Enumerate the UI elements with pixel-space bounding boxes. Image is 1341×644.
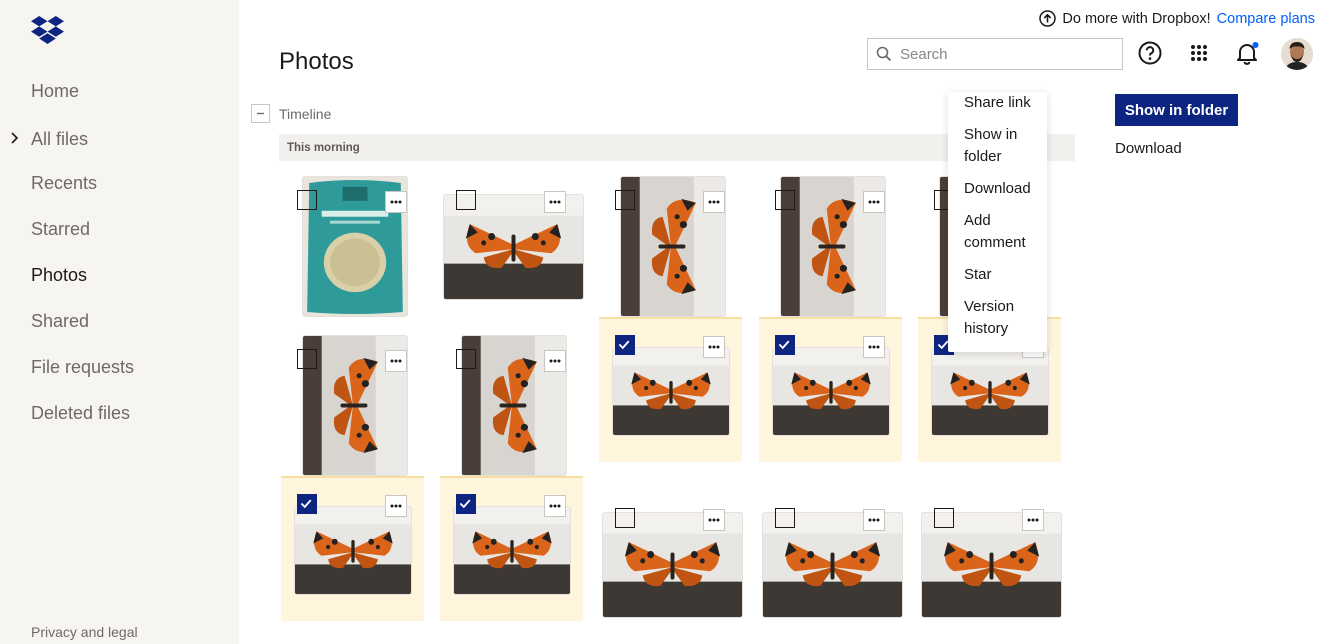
photo-tile[interactable] (281, 174, 424, 319)
ellipsis-icon (390, 504, 402, 508)
dropbox-app: Home All files Recents Starred Photos Sh… (0, 0, 1341, 644)
upgrade-promo: Do more with Dropbox! Compare plans (1039, 10, 1315, 27)
sidebar-item-home[interactable]: Home (31, 81, 79, 102)
ellipsis-icon (868, 345, 880, 349)
checkbox[interactable] (775, 508, 795, 528)
checkbox[interactable] (934, 508, 954, 528)
more-options-button[interactable] (863, 336, 885, 358)
photo-tile[interactable] (918, 492, 1062, 637)
butterfly-photo-thumbnail[interactable] (453, 506, 571, 595)
photo-tile[interactable] (440, 174, 584, 319)
checkmark-icon (778, 340, 790, 350)
menu-item-download[interactable]: Download (964, 178, 1044, 200)
photo-tile[interactable] (599, 317, 742, 462)
promo-text: Do more with Dropbox! (1062, 10, 1211, 27)
butterfly-photo-thumbnail[interactable] (294, 506, 412, 595)
more-options-button[interactable] (703, 336, 725, 358)
upload-circle-icon (1039, 10, 1057, 27)
butterfly-photo-thumbnail[interactable] (772, 347, 890, 436)
help-icon[interactable] (1137, 40, 1163, 66)
menu-item-share-link[interactable]: Share link (964, 92, 1044, 114)
search-input[interactable] (900, 45, 1110, 63)
more-options-button[interactable] (863, 509, 885, 531)
ellipsis-icon (549, 504, 561, 508)
more-options-button[interactable] (703, 509, 725, 531)
checkbox-checked[interactable] (615, 335, 635, 355)
checkbox-checked[interactable] (297, 494, 317, 514)
more-options-button[interactable] (863, 191, 885, 213)
context-menu: Share link Show in folder Download Add c… (948, 92, 1047, 352)
apps-grid-icon[interactable] (1186, 40, 1212, 66)
checkbox[interactable] (615, 508, 635, 528)
checkbox[interactable] (775, 190, 795, 210)
checkbox-checked[interactable] (456, 494, 476, 514)
photo-tile[interactable] (599, 174, 742, 319)
ellipsis-icon (390, 200, 402, 204)
checkmark-icon (300, 499, 312, 509)
photo-tile[interactable] (281, 476, 424, 621)
more-options-button[interactable] (544, 191, 566, 213)
sidebar-item-recents[interactable]: Recents (31, 173, 97, 194)
download-button[interactable]: Download (1115, 140, 1182, 157)
ellipsis-icon (708, 345, 720, 349)
compare-plans-link[interactable]: Compare plans (1217, 11, 1315, 27)
checkbox[interactable] (456, 349, 476, 369)
notification-bell-icon[interactable] (1234, 40, 1260, 66)
sidebar-item-deleted-files[interactable]: Deleted files (31, 403, 130, 424)
photo-tile[interactable] (281, 333, 424, 478)
show-in-folder-button[interactable]: Show in folder (1115, 94, 1238, 126)
butterfly-photo-thumbnail[interactable] (931, 347, 1049, 436)
more-options-button[interactable] (703, 191, 725, 213)
checkbox-checked[interactable] (775, 335, 795, 355)
ellipsis-icon (708, 518, 720, 522)
timeline-collapse-toggle[interactable] (251, 104, 270, 123)
checkmark-icon (459, 499, 471, 509)
page-title: Photos (279, 48, 354, 75)
menu-item-show-in-folder[interactable]: Show in folder (964, 124, 1044, 168)
sidebar-item-all-files[interactable]: All files (31, 129, 88, 150)
ellipsis-icon (1027, 518, 1039, 522)
photo-tile[interactable] (440, 476, 583, 621)
more-options-button[interactable] (544, 350, 566, 372)
checkbox[interactable] (456, 190, 476, 210)
sidebar-item-photos[interactable]: Photos (31, 265, 87, 286)
section-label: This morning (287, 142, 360, 154)
privacy-legal-link[interactable]: Privacy and legal (31, 624, 138, 640)
more-options-button[interactable] (385, 191, 407, 213)
sidebar-item-file-requests[interactable]: File requests (31, 357, 134, 378)
sidebar-item-starred[interactable]: Starred (31, 219, 90, 240)
menu-item-version-history[interactable]: Version history (964, 296, 1044, 340)
more-options-button[interactable] (385, 350, 407, 372)
photo-tile[interactable] (759, 174, 902, 319)
sidebar-item-shared[interactable]: Shared (31, 311, 89, 332)
photo-tile[interactable] (599, 492, 743, 637)
photo-tile[interactable] (759, 492, 903, 637)
ellipsis-icon (708, 200, 720, 204)
checkbox[interactable] (615, 190, 635, 210)
chevron-right-icon[interactable] (10, 131, 20, 145)
avatar[interactable] (1281, 38, 1313, 70)
more-options-button[interactable] (1022, 509, 1044, 531)
more-options-button[interactable] (385, 495, 407, 517)
checkbox[interactable] (297, 190, 317, 210)
ellipsis-icon (390, 359, 402, 363)
dropbox-logo-icon[interactable] (31, 16, 64, 44)
minus-icon (257, 112, 264, 115)
ellipsis-icon (868, 518, 880, 522)
search-box[interactable] (867, 38, 1123, 70)
photo-tile[interactable] (440, 333, 583, 478)
butterfly-photo-thumbnail[interactable] (612, 347, 730, 436)
photo-tile[interactable] (759, 317, 902, 462)
ellipsis-icon (549, 359, 561, 363)
menu-item-add-comment[interactable]: Add comment (964, 210, 1044, 254)
menu-item-star[interactable]: Star (964, 264, 1044, 286)
checkbox[interactable] (297, 349, 317, 369)
checkmark-icon (618, 340, 630, 350)
ellipsis-icon (549, 200, 561, 204)
sidebar: Home All files Recents Starred Photos Sh… (0, 0, 239, 644)
ellipsis-icon (868, 200, 880, 204)
search-icon (876, 46, 892, 62)
timeline-label: Timeline (279, 106, 332, 122)
more-options-button[interactable] (544, 495, 566, 517)
